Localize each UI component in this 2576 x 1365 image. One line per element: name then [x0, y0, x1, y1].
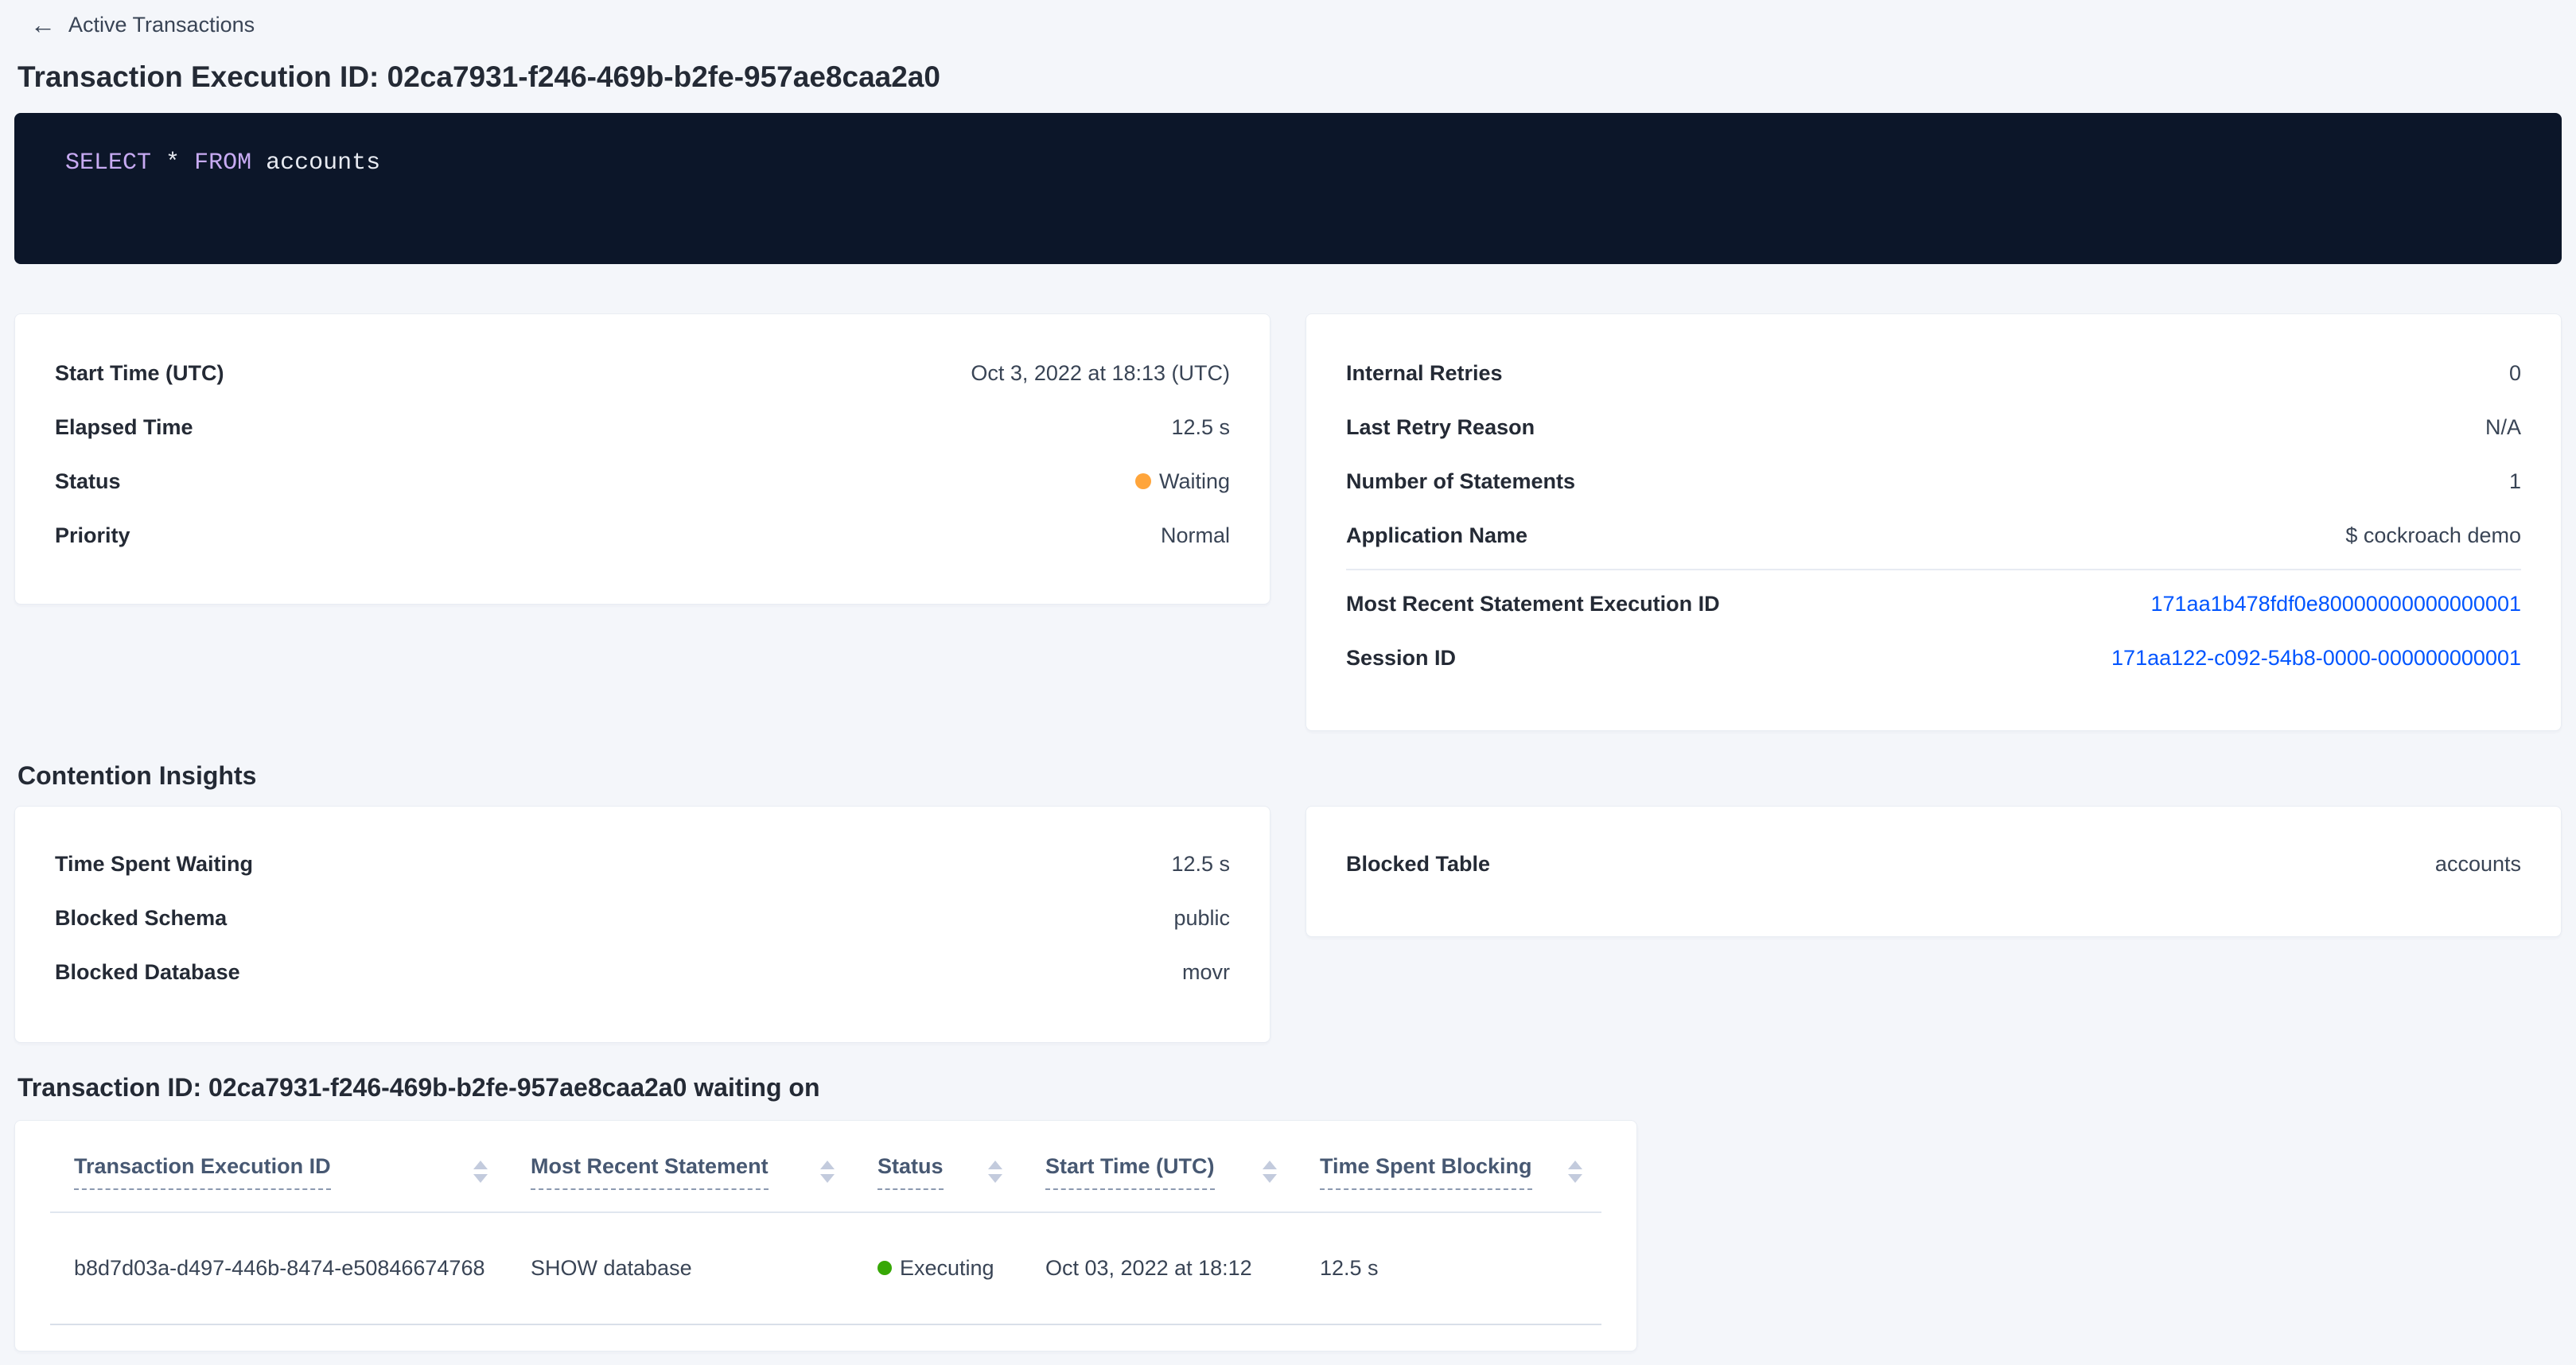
most-recent-statement-execution-id-row: Most Recent Statement Execution ID 171aa…	[1346, 577, 2521, 631]
overview-summary-card: Start Time (UTC) Oct 3, 2022 at 18:13 (U…	[14, 313, 1270, 605]
transaction-details-page: ← Active Transactions Transaction Execut…	[0, 0, 2576, 1351]
waiting-on-heading: Transaction ID: 02ca7931-f246-469b-b2fe-…	[18, 1071, 2562, 1103]
status-label: Status	[55, 469, 121, 494]
application-name-row: Application Name $ cockroach demo	[1346, 508, 2521, 562]
elapsed-time-row: Elapsed Time 12.5 s	[55, 400, 1230, 454]
executing-status-dot-icon	[877, 1261, 892, 1275]
column-header-most-recent-statement[interactable]: Most Recent Statement	[507, 1121, 854, 1212]
column-header-start-time[interactable]: Start Time (UTC)	[1021, 1121, 1296, 1212]
waiting-on-table-card: Transaction Execution ID Most Recent Sta…	[14, 1120, 1637, 1351]
blocked-schema-row: Blocked Schema public	[55, 891, 1230, 945]
number-of-statements-row: Number of Statements 1	[1346, 454, 2521, 508]
internal-retries-row: Internal Retries 0	[1346, 346, 2521, 400]
internal-retries-label: Internal Retries	[1346, 361, 1503, 386]
sort-icon[interactable]	[988, 1161, 1002, 1183]
sql-statement-text: SELECT * FROM accounts	[65, 150, 2562, 177]
column-header-time-spent-blocking[interactable]: Time Spent Blocking	[1296, 1121, 1601, 1212]
card-divider	[1346, 569, 2521, 570]
blocked-database-label: Blocked Database	[55, 960, 240, 985]
sort-icon[interactable]	[1263, 1161, 1277, 1183]
cell-status: Executing	[854, 1212, 1021, 1324]
session-id-label: Session ID	[1346, 646, 1456, 671]
breadcrumb-label: Active Transactions	[68, 13, 255, 37]
contention-insights-heading: Contention Insights	[18, 760, 2562, 791]
table-row: b8d7d03a-d497-446b-8474-e50846674768 SHO…	[50, 1212, 1601, 1324]
start-time-row: Start Time (UTC) Oct 3, 2022 at 18:13 (U…	[55, 346, 1230, 400]
cell-most-recent-statement: SHOW database	[507, 1212, 854, 1324]
application-name-label: Application Name	[1346, 523, 1527, 548]
overview-cards-row: Start Time (UTC) Oct 3, 2022 at 18:13 (U…	[14, 313, 2562, 731]
waiting-status-dot-icon	[1135, 473, 1151, 489]
back-to-active-transactions-link[interactable]: ← Active Transactions	[14, 0, 2562, 38]
sort-icon[interactable]	[820, 1161, 835, 1183]
start-time-value: Oct 3, 2022 at 18:13 (UTC)	[971, 361, 1230, 386]
column-header-status[interactable]: Status	[854, 1121, 1021, 1212]
time-spent-waiting-label: Time Spent Waiting	[55, 852, 253, 877]
priority-row: Priority Normal	[55, 508, 1230, 562]
status-row: Status Waiting	[55, 454, 1230, 508]
cell-time-spent-blocking: 12.5 s	[1296, 1212, 1601, 1324]
page-title: Transaction Execution ID: 02ca7931-f246-…	[18, 59, 2562, 95]
most-recent-statement-execution-id-label: Most Recent Statement Execution ID	[1346, 592, 1720, 616]
sql-statement-box: SELECT * FROM accounts	[14, 113, 2562, 264]
blocked-table-row: Blocked Table accounts	[1346, 837, 2521, 891]
cell-start-time: Oct 03, 2022 at 18:12	[1021, 1212, 1296, 1324]
contention-cards-row: Time Spent Waiting 12.5 s Blocked Schema…	[14, 806, 2562, 1043]
session-id-row: Session ID 171aa122-c092-54b8-0000-00000…	[1346, 631, 2521, 685]
time-spent-waiting-value: 12.5 s	[1171, 852, 1230, 877]
cell-transaction-execution-id: b8d7d03a-d497-446b-8474-e50846674768	[50, 1212, 507, 1324]
status-value: Waiting	[1159, 469, 1230, 494]
application-name-value: $ cockroach demo	[2345, 523, 2521, 548]
sql-keyword-select: SELECT	[65, 150, 151, 177]
sort-icon[interactable]	[1568, 1161, 1582, 1183]
last-retry-reason-row: Last Retry Reason N/A	[1346, 400, 2521, 454]
internal-retries-value: 0	[2509, 361, 2521, 386]
session-id-link[interactable]: 171aa122-c092-54b8-0000-000000000001	[2111, 646, 2521, 670]
blocked-schema-label: Blocked Schema	[55, 906, 227, 931]
last-retry-reason-label: Last Retry Reason	[1346, 415, 1535, 440]
most-recent-statement-execution-id-link[interactable]: 171aa1b478fdf0e80000000000000001	[2151, 592, 2522, 616]
status-badge: Waiting	[1135, 469, 1230, 494]
elapsed-time-label: Elapsed Time	[55, 415, 193, 440]
table-header-row: Transaction Execution ID Most Recent Sta…	[50, 1121, 1601, 1212]
waiting-on-table: Transaction Execution ID Most Recent Sta…	[50, 1121, 1601, 1325]
arrow-left-icon: ←	[30, 12, 56, 37]
number-of-statements-label: Number of Statements	[1346, 469, 1575, 494]
last-retry-reason-value: N/A	[2485, 415, 2521, 440]
priority-value: Normal	[1161, 523, 1230, 548]
sql-star: *	[165, 150, 180, 177]
elapsed-time-value: 12.5 s	[1171, 415, 1230, 440]
contention-blocked-table-card: Blocked Table accounts	[1306, 806, 2562, 937]
number-of-statements-value: 1	[2509, 469, 2521, 494]
time-spent-waiting-row: Time Spent Waiting 12.5 s	[55, 837, 1230, 891]
blocked-database-value: movr	[1182, 960, 1230, 985]
priority-label: Priority	[55, 523, 130, 548]
sql-keyword-from: FROM	[194, 150, 251, 177]
sql-table-name: accounts	[266, 150, 380, 177]
blocked-database-row: Blocked Database movr	[55, 945, 1230, 999]
overview-details-card: Internal Retries 0 Last Retry Reason N/A…	[1306, 313, 2562, 731]
blocked-table-value: accounts	[2435, 852, 2521, 877]
contention-waiting-card: Time Spent Waiting 12.5 s Blocked Schema…	[14, 806, 1270, 1043]
sort-icon[interactable]	[473, 1161, 488, 1183]
blocked-table-label: Blocked Table	[1346, 852, 1490, 877]
column-header-transaction-execution-id[interactable]: Transaction Execution ID	[50, 1121, 507, 1212]
blocked-schema-value: public	[1173, 906, 1230, 931]
start-time-label: Start Time (UTC)	[55, 361, 224, 386]
